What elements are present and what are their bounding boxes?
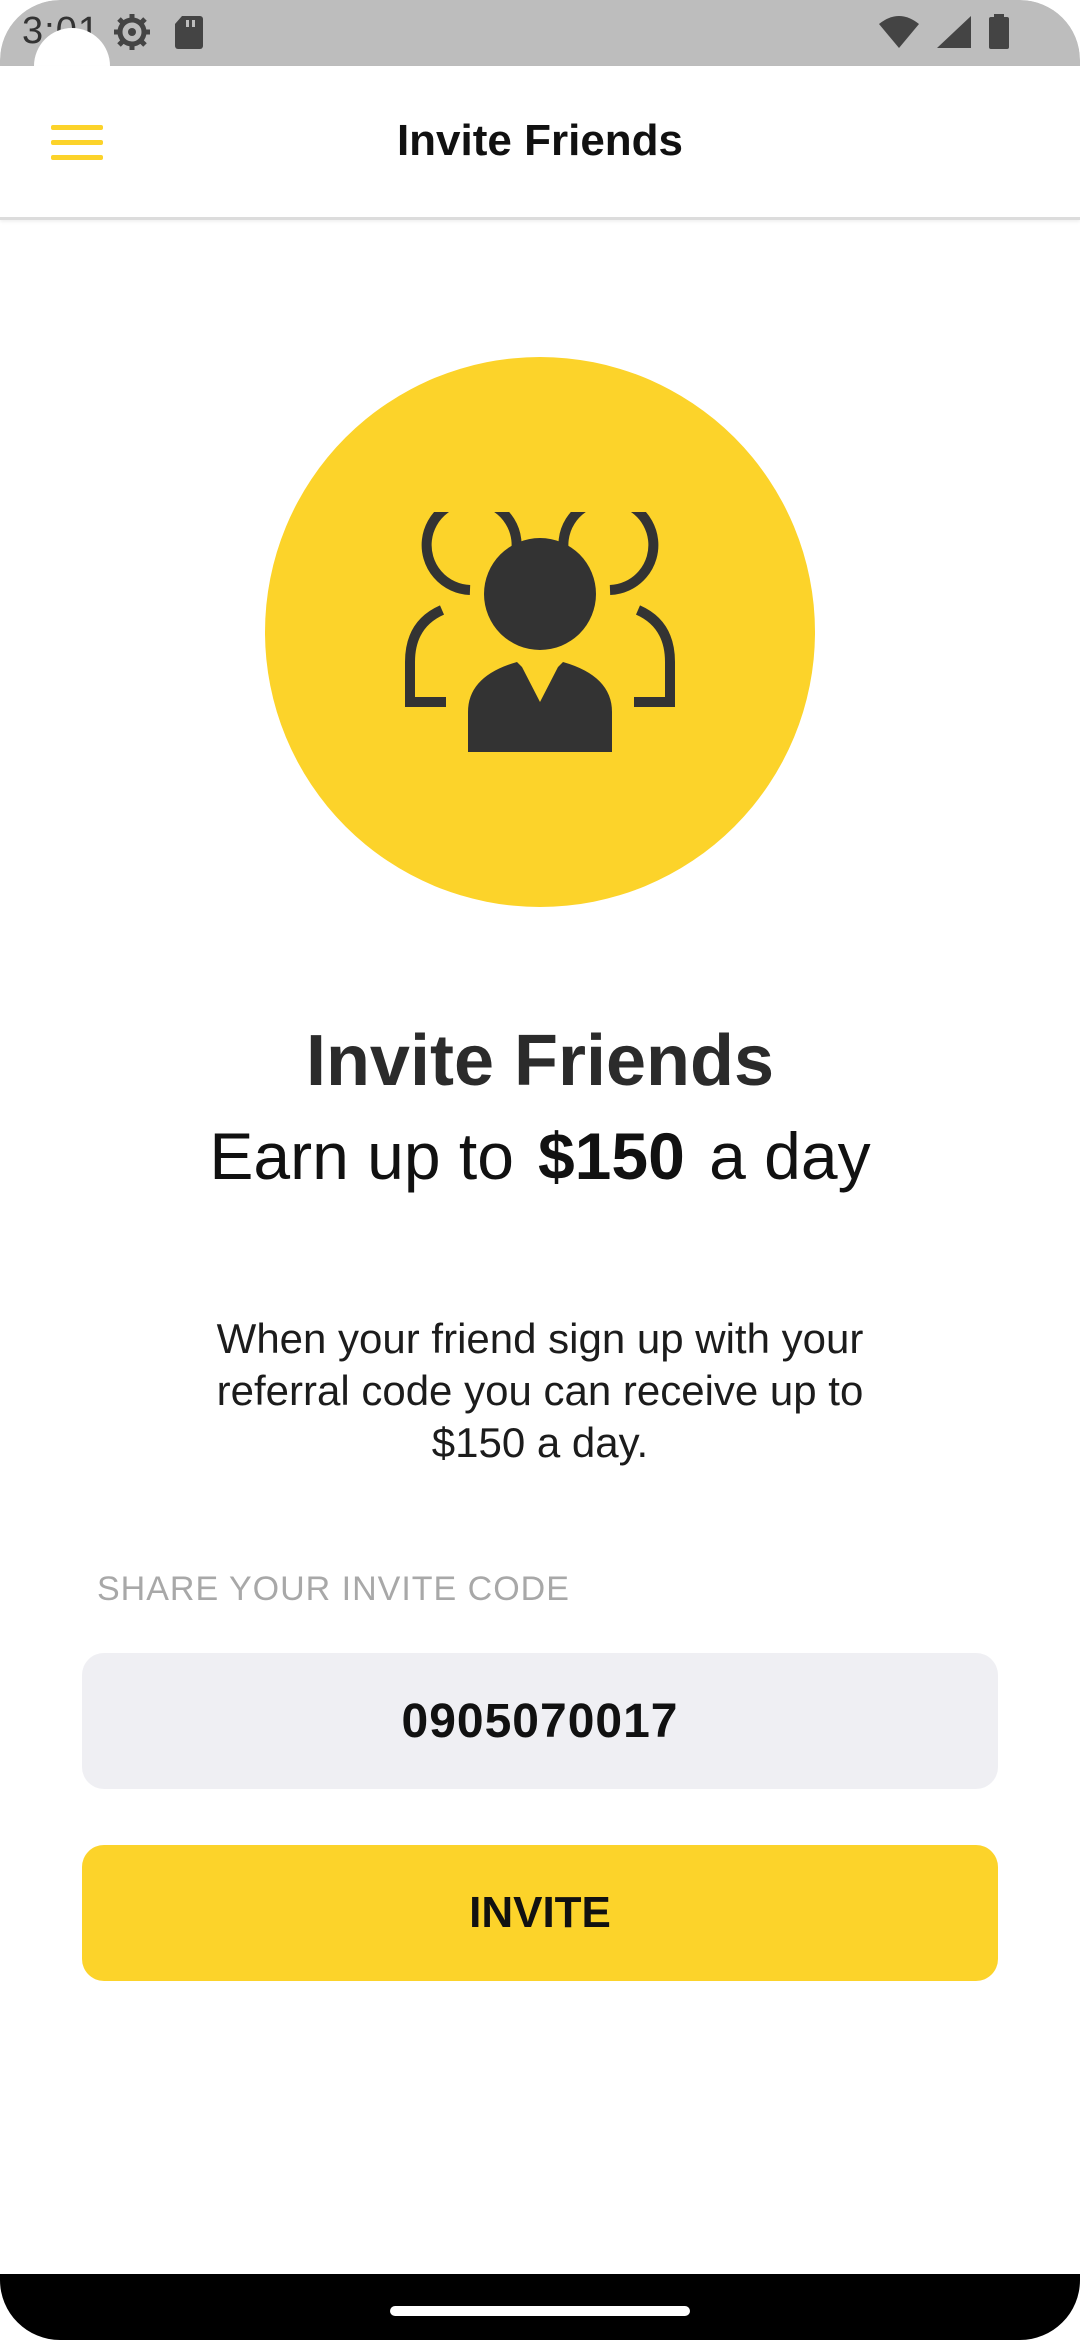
screen: 3:01 xyxy=(0,0,1080,2340)
invite-button[interactable]: INVITE xyxy=(82,1845,998,1981)
share-label: SHARE YOUR INVITE CODE xyxy=(97,1570,570,1608)
status-icons-left xyxy=(112,12,204,52)
headline: Invite Friends xyxy=(305,1021,775,1101)
group-of-people-icon xyxy=(405,512,675,752)
description: When your friend sign up with your refer… xyxy=(216,1315,864,1466)
top-app-bar: Invite Friends xyxy=(0,66,1080,220)
sd-card-icon xyxy=(175,16,203,49)
app-bar-title: Invite Friends xyxy=(396,116,684,165)
navigation-bar xyxy=(0,2274,1080,2340)
subheadline: Earn up to $150 a day xyxy=(0,1118,1080,1194)
settings-gear-icon xyxy=(114,14,150,50)
hero-circle xyxy=(265,357,815,907)
status-bar: 3:01 xyxy=(0,0,1080,104)
wifi-icon xyxy=(879,16,919,48)
earn-amount: $150 xyxy=(537,1119,685,1193)
home-indicator[interactable] xyxy=(390,2306,690,2316)
invite-code-box[interactable]: 0905070017 xyxy=(82,1653,998,1789)
subheadline-suffix: a day xyxy=(709,1119,871,1193)
status-icons-right xyxy=(878,14,1010,50)
subheadline-prefix: Earn up to xyxy=(209,1119,514,1193)
cell-signal-icon xyxy=(937,16,971,48)
battery-icon xyxy=(989,14,1009,49)
